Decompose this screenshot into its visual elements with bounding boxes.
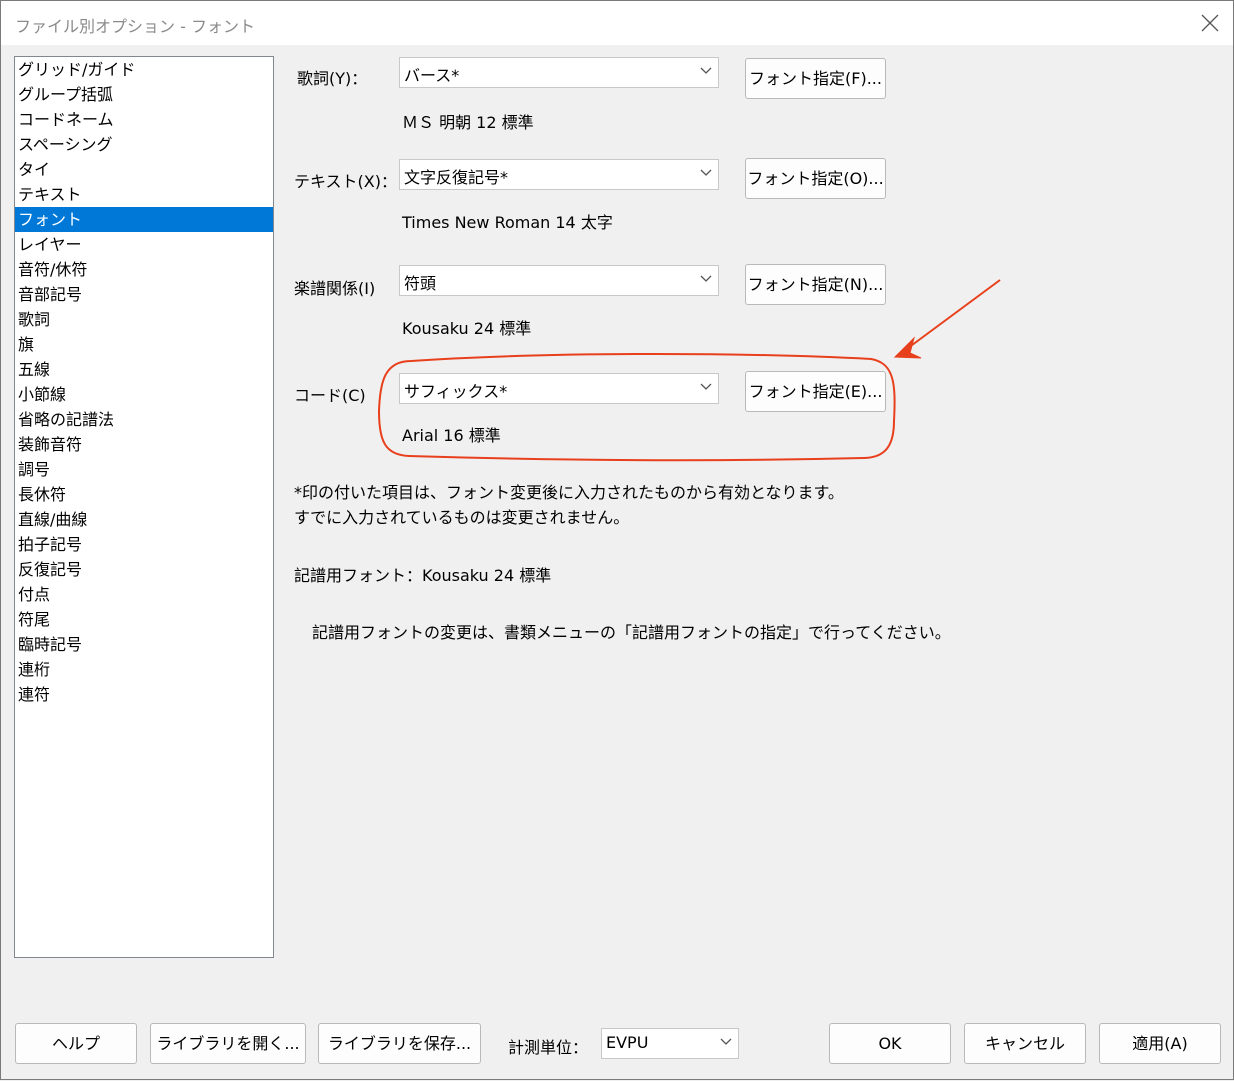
category-item[interactable]: レイヤー [15, 232, 273, 257]
text-font-select[interactable]: 文字反復記号* [399, 159, 719, 190]
lyrics-font-value: バース* [404, 66, 460, 85]
category-item[interactable]: 調号 [15, 457, 273, 482]
open-library-button[interactable]: ライブラリを開く... [150, 1023, 306, 1064]
help-button[interactable]: ヘルプ [15, 1023, 137, 1064]
lyrics-font-button[interactable]: フォント指定(F)... [745, 58, 886, 99]
category-item[interactable]: フォント [15, 207, 273, 232]
chord-font-select[interactable]: サフィックス* [399, 373, 719, 404]
chord-font-button[interactable]: フォント指定(E)... [745, 371, 886, 412]
lyrics-label: 歌詞(Y)： [297, 69, 368, 88]
category-item[interactable]: タイ [15, 157, 273, 182]
category-item[interactable]: コードネーム [15, 107, 273, 132]
notation-font-select[interactable]: 符頭 [399, 265, 719, 296]
category-item[interactable]: 歌詞 [15, 307, 273, 332]
category-item[interactable]: テキスト [15, 182, 273, 207]
category-item[interactable]: 反復記号 [15, 557, 273, 582]
category-item[interactable]: スペーシング [15, 132, 273, 157]
category-item[interactable]: 音部記号 [15, 282, 273, 307]
chord-label: コード(C) [294, 386, 366, 405]
category-item[interactable]: 音符/休符 [15, 257, 273, 282]
category-item[interactable]: グリッド/ガイド [15, 57, 273, 82]
unit-select[interactable]: EVPU [601, 1028, 739, 1059]
window-title: ファイル別オプション - フォント [15, 17, 255, 36]
notation-font-info: Kousaku 24 標準 [402, 319, 532, 338]
chord-font-value: サフィックス* [404, 382, 508, 401]
category-item[interactable]: 連符 [15, 682, 273, 707]
category-item[interactable]: 付点 [15, 582, 273, 607]
chord-font-info: Arial 16 標準 [402, 426, 501, 445]
save-library-button[interactable]: ライブラリを保存... [318, 1023, 481, 1064]
cancel-button[interactable]: キャンセル [964, 1023, 1086, 1064]
text-font-value: 文字反復記号* [404, 168, 509, 187]
title-bar: ファイル別オプション - フォント [1, 1, 1233, 45]
apply-button[interactable]: 適用(A) [1099, 1023, 1221, 1064]
category-item[interactable]: 連桁 [15, 657, 273, 682]
chevron-down-icon [700, 383, 712, 390]
notation-label: 楽譜関係(I) [294, 279, 376, 298]
chevron-down-icon [720, 1038, 732, 1045]
text-font-button[interactable]: フォント指定(O)... [745, 158, 886, 199]
ok-button[interactable]: OK [829, 1023, 951, 1064]
category-item[interactable]: 符尾 [15, 607, 273, 632]
category-item[interactable]: 直線/曲線 [15, 507, 273, 532]
category-item[interactable]: グループ括弧 [15, 82, 273, 107]
unit-value: EVPU [606, 1033, 649, 1052]
music-font-value: Kousaku 24 標準 [422, 566, 552, 585]
lyrics-font-select[interactable]: バース* [399, 57, 719, 88]
notation-font-value: 符頭 [404, 274, 437, 293]
category-item[interactable]: 拍子記号 [15, 532, 273, 557]
note-line-2: すでに入力されているものは変更されません。 [294, 508, 630, 527]
font-options-dialog: ファイル別オプション - フォント グリッド/ガイド グループ括弧 コードネーム スペ… [0, 0, 1234, 1080]
chevron-down-icon [700, 169, 712, 176]
notation-font-button[interactable]: フォント指定(N)... [745, 264, 886, 305]
category-item[interactable]: 長休符 [15, 482, 273, 507]
category-item[interactable]: 旗 [15, 332, 273, 357]
category-item[interactable]: 臨時記号 [15, 632, 273, 657]
category-list[interactable]: グリッド/ガイド グループ括弧 コードネーム スペーシング タイ テキスト フォント レイヤー… [14, 56, 274, 958]
music-font-note: 記譜用フォントの変更は、書類メニューの「記譜用フォントの指定」で行ってください。 [312, 623, 951, 642]
note-line-1: *印の付いた項目は、フォント変更後に入力されたものから有効となります。 [294, 483, 844, 502]
text-label: テキスト(X)： [294, 172, 397, 191]
chevron-down-icon [700, 67, 712, 74]
chevron-down-icon [700, 275, 712, 282]
music-font-label: 記譜用フォント： [294, 566, 423, 585]
category-item[interactable]: 五線 [15, 357, 273, 382]
category-item[interactable]: 小節線 [15, 382, 273, 407]
unit-label: 計測単位： [508, 1038, 589, 1057]
close-button[interactable] [1187, 1, 1233, 45]
category-item[interactable]: 装飾音符 [15, 432, 273, 457]
close-icon [1201, 14, 1219, 32]
lyrics-font-info: ＭＳ 明朝 12 標準 [402, 113, 534, 132]
text-font-info: Times New Roman 14 太字 [402, 213, 613, 232]
category-item[interactable]: 省略の記譜法 [15, 407, 273, 432]
